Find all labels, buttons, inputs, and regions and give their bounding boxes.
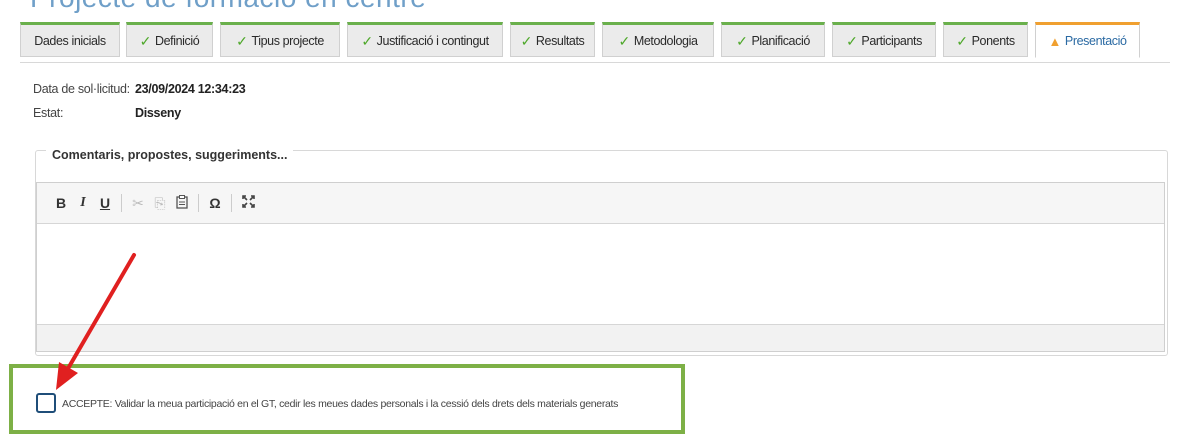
tab-planificacio[interactable]: ✓ Planificació — [721, 22, 825, 57]
checkmark-icon: ✓ — [236, 32, 248, 49]
rich-text-editor: B I U ✂ ⎘ Ω — [36, 182, 1165, 352]
checkmark-icon: ✓ — [846, 32, 858, 49]
comments-legend: Comentaris, propostes, suggeriments... — [46, 148, 294, 162]
tab-definicio[interactable]: ✓ Definició — [126, 22, 213, 57]
tab-presentacio[interactable]: ▲ Presentació — [1035, 22, 1140, 58]
tab-resultats[interactable]: ✓ Resultats — [510, 22, 595, 57]
tab-label: Resultats — [535, 33, 585, 48]
bold-icon: B — [55, 195, 67, 211]
page-title-area: Projecte de formació en centre — [20, 0, 620, 14]
tab-metodologia[interactable]: ✓ Metodologia — [602, 22, 714, 57]
bold-button[interactable]: B — [51, 192, 71, 214]
editor-statusbar — [37, 324, 1164, 351]
tab-label: Presentació — [1064, 34, 1127, 48]
copy-icon: ⎘ — [154, 194, 166, 211]
checkmark-icon: ✓ — [520, 32, 533, 49]
state-row: Estat: Disseny — [33, 106, 181, 120]
cut-button[interactable]: ✂ — [128, 192, 148, 214]
toolbar-separator — [121, 194, 122, 212]
tab-label: Tipus projecte — [251, 33, 324, 48]
checkmark-icon: ✓ — [618, 32, 630, 49]
toolbar-separator — [231, 194, 232, 212]
copy-button[interactable]: ⎘ — [150, 192, 170, 214]
accept-checkbox[interactable] — [36, 393, 56, 413]
paste-icon — [176, 194, 188, 212]
state-label: Estat: — [33, 106, 64, 120]
italic-icon: I — [80, 195, 86, 210]
tab-label: Dades inicials — [34, 33, 106, 48]
maximize-icon — [241, 195, 255, 211]
underline-button[interactable]: U — [95, 192, 115, 214]
tab-label: Ponents — [971, 33, 1015, 48]
tab-label: Planificació — [751, 33, 810, 48]
special-char-button[interactable]: Ω — [205, 192, 225, 214]
tab-label: Metodologia — [633, 33, 698, 48]
checkmark-icon: ✓ — [139, 32, 152, 49]
toolbar-separator — [198, 194, 199, 212]
checkmark-icon: ✓ — [956, 32, 968, 49]
tab-tipus-projecte[interactable]: ✓ Tipus projecte — [220, 22, 340, 57]
cut-icon: ✂ — [132, 194, 144, 211]
editor-toolbar: B I U ✂ ⎘ Ω — [37, 183, 1164, 224]
tab-label: Participants — [861, 33, 922, 48]
special-char-icon: Ω — [209, 195, 221, 211]
comments-textarea[interactable] — [37, 224, 1164, 324]
tab-label: Justificació i contingut — [376, 33, 489, 48]
underline-icon: U — [99, 195, 111, 211]
warning-icon: ▲ — [1048, 33, 1061, 49]
accept-label: ACCEPTE: Validar la meua participació en… — [62, 398, 619, 410]
request-date-value: 23/09/2024 12:34:23 — [135, 82, 246, 96]
paste-button[interactable] — [172, 192, 192, 214]
tab-label: Definició — [155, 33, 200, 48]
request-date-row: Data de sol·licitud: 23/09/2024 12:34:23 — [33, 82, 246, 96]
request-date-label: Data de sol·licitud: — [33, 82, 130, 96]
page-title: Projecte de formació en centre — [30, 0, 426, 14]
tab-participants[interactable]: ✓ Participants — [832, 22, 936, 57]
checkmark-icon: ✓ — [736, 32, 748, 49]
state-value: Disseny — [135, 106, 181, 120]
italic-button[interactable]: I — [73, 192, 93, 214]
tab-dades-inicials[interactable]: Dades inicials — [20, 22, 120, 57]
maximize-button[interactable] — [238, 192, 258, 214]
checkmark-icon: ✓ — [361, 32, 373, 49]
tab-bar: Dades inicials ✓ Definició ✓ Tipus proje… — [20, 22, 1170, 63]
tab-ponents[interactable]: ✓ Ponents — [943, 22, 1028, 57]
tab-justificacio[interactable]: ✓ Justificació i contingut — [347, 22, 503, 57]
